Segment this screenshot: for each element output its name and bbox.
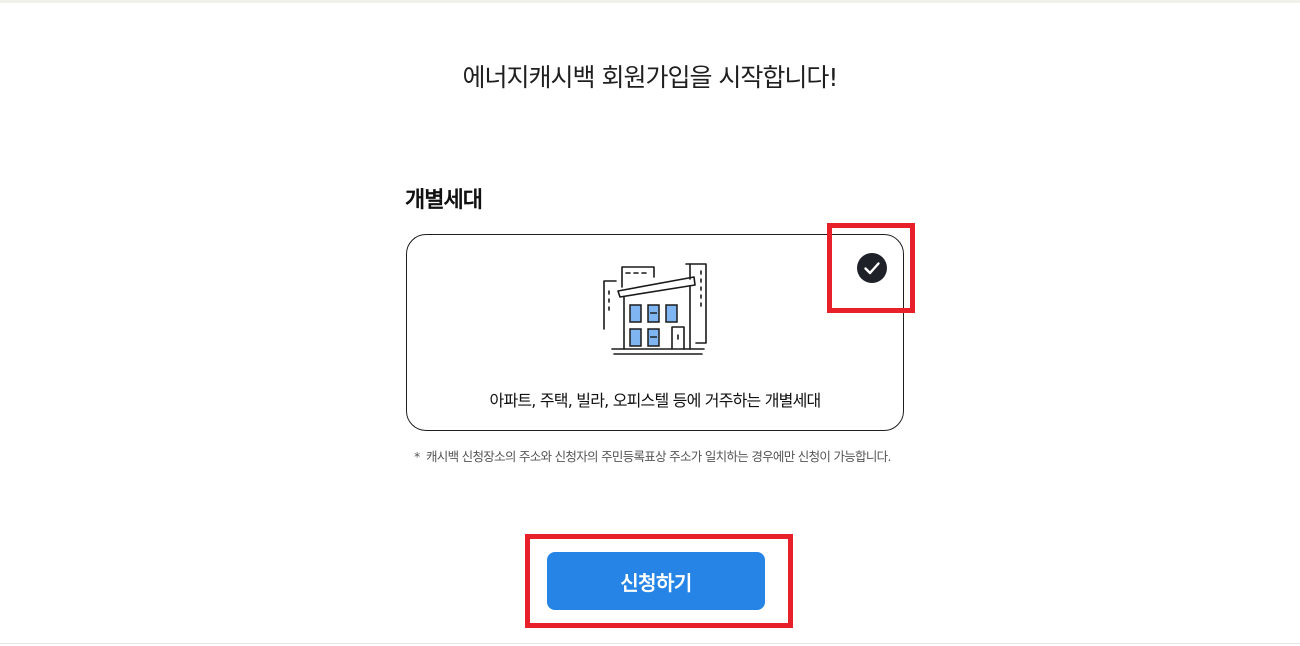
- building-icon: [603, 263, 707, 355]
- page-title: 에너지캐시백 회원가입을 시작합니다!: [462, 63, 839, 92]
- apply-button[interactable]: 신청하기: [547, 552, 765, 610]
- option-description: 아파트, 주택, 빌라, 오피스텔 등에 거주하는 개별세대: [489, 391, 822, 410]
- notice-marker: *: [414, 449, 420, 464]
- bottom-border: [0, 643, 1300, 644]
- notice-text: 캐시백 신청장소의 주소와 신청자의 주민등록표상 주소가 일치하는 경우에만 …: [426, 449, 891, 464]
- notice: * 캐시백 신청장소의 주소와 신청자의 주민등록표상 주소가 일치하는 경우에…: [414, 446, 894, 467]
- check-circle-icon[interactable]: [856, 252, 888, 284]
- individual-household-option-card[interactable]: 아파트, 주택, 빌라, 오피스텔 등에 거주하는 개별세대: [406, 234, 904, 431]
- section-title: 개별세대: [405, 188, 483, 213]
- top-border: [0, 0, 1300, 3]
